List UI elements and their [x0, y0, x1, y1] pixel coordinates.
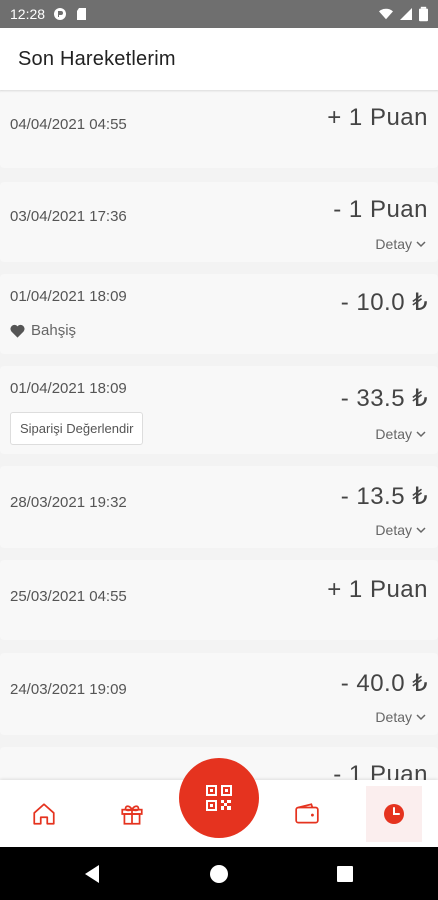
system-recents-button[interactable] [333, 862, 357, 886]
transaction-date: 28/03/2021 19:32 [10, 494, 127, 511]
gift-icon [121, 805, 143, 825]
back-triangle-icon [85, 865, 99, 883]
transaction-date: 04/04/2021 04:55 [10, 116, 127, 133]
system-home-button[interactable] [207, 862, 231, 886]
app-bar: Son Hareketlerim [0, 28, 438, 90]
clock-icon [384, 804, 404, 824]
transaction-date: 01/04/2021 18:09 [10, 380, 127, 397]
detail-button[interactable]: Detay [375, 236, 426, 252]
status-bar: 12:28 [0, 0, 438, 28]
detail-label: Detay [375, 236, 412, 252]
recents-square-icon [337, 866, 353, 882]
system-back-button[interactable] [80, 862, 104, 886]
app-notification-icon [54, 8, 67, 20]
wallet-icon [295, 803, 319, 824]
transaction-date: 24/03/2021 19:09 [10, 681, 127, 698]
transaction-card[interactable]: 01/04/2021 18:09 - 33.5 ₺ Siparişi Değer… [0, 366, 438, 454]
detail-button[interactable]: Detay [375, 522, 426, 538]
transaction-card[interactable]: 25/03/2021 04:55 + 1 Puan [0, 560, 438, 640]
transaction-amount: - 1 Puan [333, 196, 428, 223]
detail-button[interactable]: Detay [375, 426, 426, 442]
chevron-down-icon [416, 527, 426, 534]
system-nav-bar [0, 847, 438, 900]
rate-order-button[interactable]: Siparişi Değerlendir [10, 412, 144, 445]
tip-tag: Bahşiş [10, 322, 76, 339]
nav-wallet-button[interactable] [279, 786, 335, 842]
transaction-date: 01/04/2021 18:09 [10, 288, 127, 305]
status-time: 12:28 [10, 6, 46, 22]
transaction-amount: - 13.5 ₺ [340, 483, 428, 510]
transaction-amount: + 1 Puan [327, 104, 428, 131]
nav-gifts-button[interactable] [104, 786, 160, 842]
qr-code-icon [206, 785, 232, 811]
home-icon [33, 803, 55, 825]
detail-label: Detay [375, 709, 412, 725]
home-circle-icon [210, 865, 228, 883]
transaction-date: 25/03/2021 04:55 [10, 588, 127, 605]
page-title: Son Hareketlerim [18, 47, 176, 70]
transaction-amount: - 33.5 ₺ [340, 385, 428, 412]
heart-icon [10, 324, 25, 338]
transaction-card[interactable]: 28/03/2021 19:32 - 13.5 ₺ Detay [0, 466, 438, 548]
battery-icon [419, 6, 428, 22]
transaction-date: 03/04/2021 17:36 [10, 208, 127, 225]
chevron-down-icon [416, 241, 426, 248]
transaction-amount: - 40.0 ₺ [340, 670, 428, 697]
tip-label: Bahşiş [31, 322, 77, 339]
detail-button[interactable]: Detay [375, 709, 426, 725]
transaction-card[interactable]: 24/03/2021 19:09 - 40.0 ₺ Detay [0, 653, 438, 735]
nav-home-button[interactable] [16, 786, 72, 842]
transaction-amount: - 1 Puan [333, 761, 428, 780]
transaction-amount: - 10.0 ₺ [340, 289, 428, 316]
sd-card-icon [77, 8, 87, 20]
transaction-amount: + 1 Puan [327, 576, 428, 603]
transaction-card[interactable]: 03/04/2021 17:36 - 1 Puan Detay [0, 182, 438, 262]
transaction-card[interactable]: 04/04/2021 04:55 + 1 Puan [0, 90, 438, 168]
wifi-icon [379, 8, 393, 20]
chevron-down-icon [416, 431, 426, 438]
detail-label: Detay [375, 522, 412, 538]
chevron-down-icon [416, 714, 426, 721]
detail-label: Detay [375, 426, 412, 442]
qr-scan-button[interactable] [179, 758, 259, 838]
transaction-card[interactable]: 01/04/2021 18:09 - 10.0 ₺ Bahşiş [0, 274, 438, 354]
nav-history-button[interactable] [366, 786, 422, 842]
signal-icon [400, 8, 412, 20]
transaction-list[interactable]: 04/04/2021 04:55 + 1 Puan 03/04/2021 17:… [0, 90, 438, 780]
